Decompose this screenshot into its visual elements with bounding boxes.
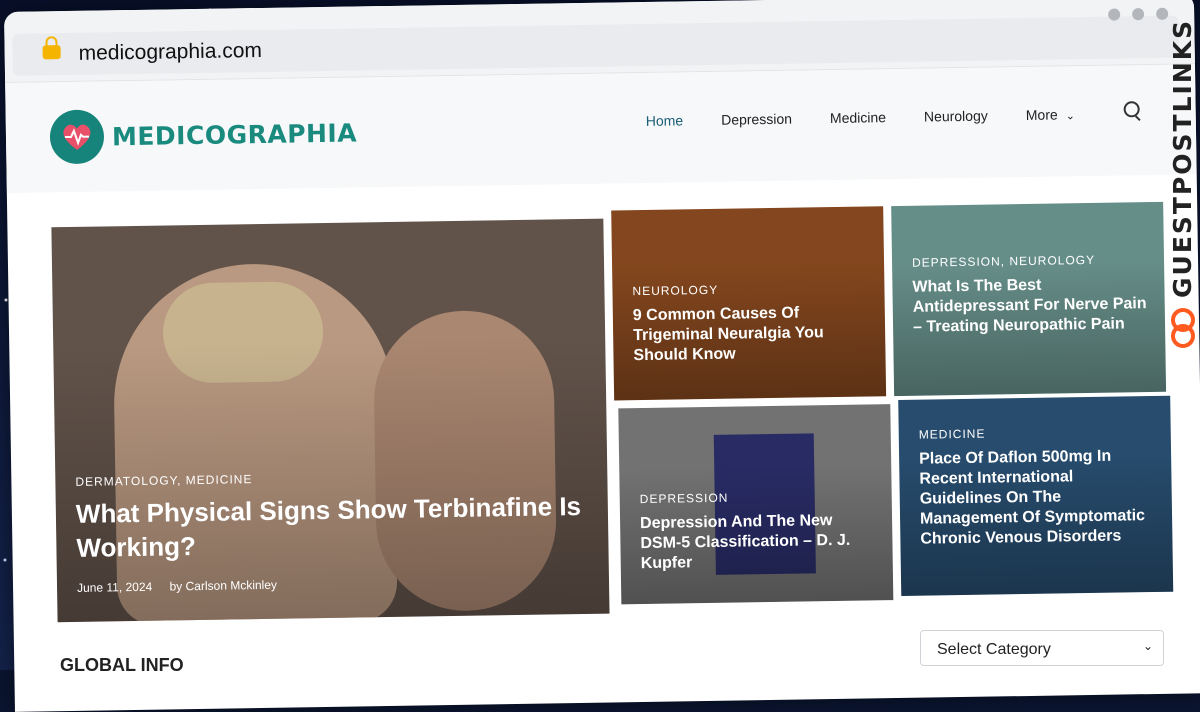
post-title[interactable]: What Is The Best Antidepressant For Nerv…	[912, 274, 1149, 338]
post-category[interactable]: NEUROLOGY	[632, 280, 868, 298]
nav-neurology[interactable]: Neurology	[924, 108, 988, 125]
post-title[interactable]: 9 Common Causes Of Trigeminal Neuralgia …	[633, 302, 870, 366]
post-meta: DERMATOLOGY, MEDICINE What Physical Sign…	[75, 467, 593, 595]
lock-icon	[42, 45, 61, 60]
window-dot-icon[interactable]	[1132, 8, 1145, 21]
post-meta: MEDICINE Place Of Daflon 500mg In Recent…	[919, 424, 1157, 550]
category-select-label: Select Category	[937, 641, 1051, 658]
featured-post-daflon[interactable]: MEDICINE Place Of Daflon 500mg In Recent…	[898, 395, 1174, 596]
post-title[interactable]: What Physical Signs Show Terbinafine Is …	[76, 489, 593, 565]
post-meta: NEUROLOGY 9 Common Causes Of Trigeminal …	[632, 280, 869, 366]
chevron-down-icon: ⌄	[1142, 639, 1153, 653]
post-title[interactable]: Place Of Daflon 500mg In Recent Internat…	[919, 446, 1157, 550]
nav-depression[interactable]: Depression	[721, 111, 792, 128]
post-meta: DEPRESSION, NEUROLOGY What Is The Best A…	[912, 252, 1149, 338]
section-heading: GLOBAL INFO	[60, 655, 184, 675]
post-category[interactable]: MEDICINE	[919, 424, 1155, 442]
watermark-text: GUESTPOSTLINKS	[1168, 18, 1197, 298]
featured-post-terbinafine[interactable]: DERMATOLOGY, MEDICINE What Physical Sign…	[51, 218, 610, 623]
search-icon[interactable]	[1123, 101, 1140, 118]
post-meta: DEPRESSION Depression And The New DSM-5 …	[640, 488, 877, 574]
link-chain-icon	[1171, 308, 1195, 348]
nav-home[interactable]: Home	[646, 112, 684, 129]
site-logo[interactable]: MEDICOGRAPHIA	[49, 105, 358, 165]
logo-text: MEDICOGRAPHIA	[111, 117, 358, 151]
post-category[interactable]: DEPRESSION, NEUROLOGY	[912, 252, 1148, 270]
post-title[interactable]: Depression And The New DSM-5 Classificat…	[640, 510, 877, 574]
post-date: June 11, 2024	[76, 579, 153, 595]
window-dot-icon[interactable]	[1156, 7, 1169, 20]
window-dot-icon[interactable]	[1108, 8, 1121, 21]
post-author[interactable]: by Carlson Mckinley	[169, 578, 277, 594]
browser-window: medicographia.com MEDICOGRAPHIA Home Dep…	[4, 0, 1200, 712]
nav-more-label: More	[1025, 106, 1058, 123]
site-header: MEDICOGRAPHIA Home Depression Medicine N…	[5, 64, 1197, 193]
nav-medicine[interactable]: Medicine	[830, 109, 886, 126]
featured-post-dsm5[interactable]: DEPRESSION Depression And The New DSM-5 …	[618, 404, 894, 605]
heart-pulse-icon	[49, 109, 105, 165]
featured-post-antidepressant[interactable]: DEPRESSION, NEUROLOGY What Is The Best A…	[891, 201, 1167, 397]
nav-more[interactable]: More ⌄	[1025, 106, 1076, 123]
url-text: medicographia.com	[78, 38, 263, 65]
category-select[interactable]: Select Category ⌄	[920, 630, 1164, 666]
post-category[interactable]: DEPRESSION	[640, 488, 876, 506]
featured-post-trigeminal[interactable]: NEUROLOGY 9 Common Causes Of Trigeminal …	[611, 206, 887, 401]
window-controls	[1108, 7, 1169, 21]
main-nav: Home Depression Medicine Neurology More ⌄	[646, 106, 1113, 129]
chevron-down-icon: ⌄	[1065, 110, 1076, 123]
